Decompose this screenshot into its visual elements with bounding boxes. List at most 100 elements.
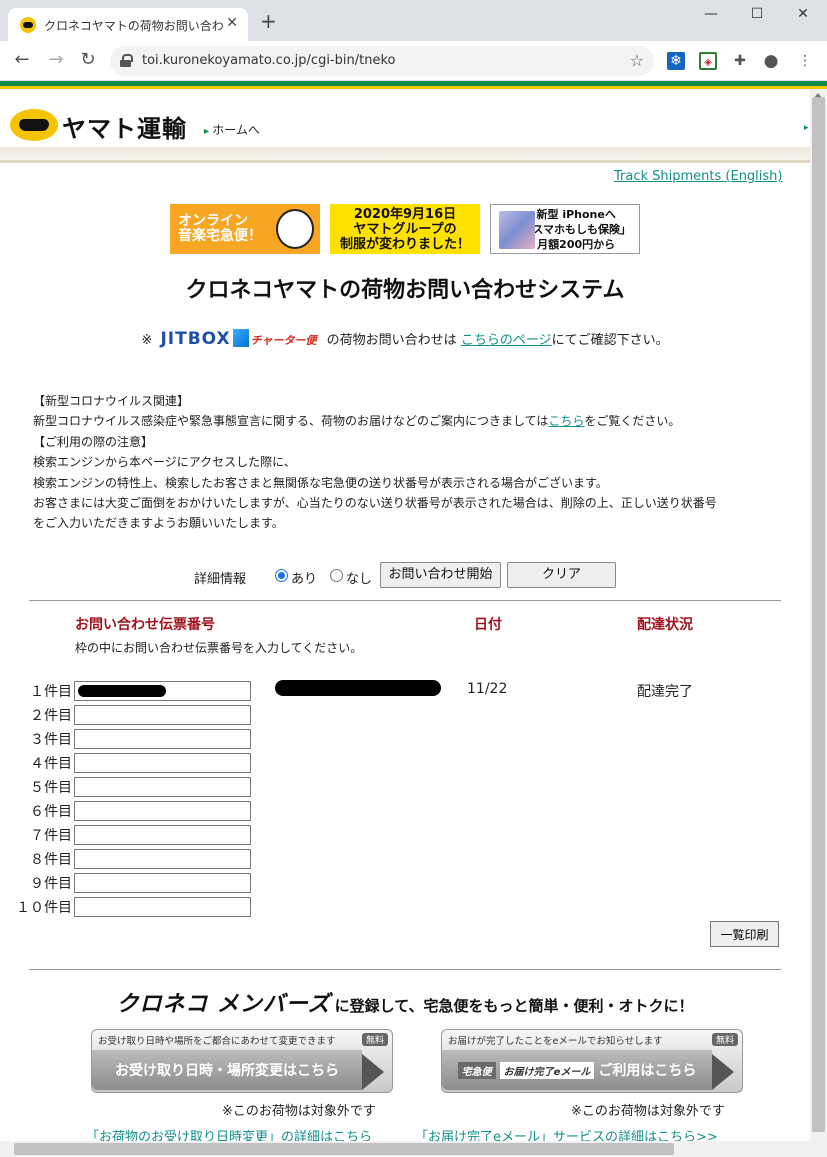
lock-icon[interactable] bbox=[120, 54, 133, 67]
row-label-6: ６件目 bbox=[30, 804, 72, 820]
delivery-change-caption: お受け取り日時や場所をご都合にあわせて変更できます bbox=[98, 1036, 336, 1047]
detail-no-radio[interactable] bbox=[330, 569, 343, 582]
smartphone-insurance-banner[interactable]: 新型 iPhoneへ 「スマホもしも保険」 月額200円から bbox=[490, 204, 640, 254]
row-label-8: ８件目 bbox=[30, 852, 72, 868]
slip-number-input-4[interactable] bbox=[74, 753, 251, 773]
divider bbox=[29, 600, 781, 601]
home-link[interactable]: ホームへ bbox=[204, 121, 260, 138]
input-instruction: 枠の中にお問い合わせ伝票番号を入力してください。 bbox=[75, 641, 363, 655]
note-mark: ※ bbox=[141, 333, 153, 348]
delivery-email-caption: お届けが完了したことをeメールでお知らせします bbox=[448, 1036, 663, 1047]
result-date-1: 11/22 bbox=[467, 681, 508, 697]
start-inquiry-button[interactable]: お問い合わせ開始 bbox=[380, 562, 501, 588]
yamato-favicon-icon bbox=[20, 17, 36, 33]
notice-text: をご覧ください。 bbox=[584, 414, 681, 429]
reload-button[interactable]: ↻ bbox=[76, 49, 100, 70]
detail-options-row: 詳細情報 あり なし お問い合わせ開始 クリア bbox=[0, 562, 810, 588]
vertical-scroll-thumb[interactable] bbox=[812, 97, 825, 1132]
banner-line: 新型 iPhoneへ bbox=[536, 207, 616, 221]
redacted-tracking-link[interactable] bbox=[275, 680, 441, 696]
page-title: クロネコヤマトの荷物お問い合わせシステム bbox=[185, 278, 625, 303]
black-cat-logo-icon[interactable] bbox=[10, 109, 58, 141]
horizontal-scrollbar[interactable] bbox=[0, 1141, 827, 1157]
address-bar[interactable]: toi.kuronekoyamato.co.jp/cgi-bin/tneko ☆ bbox=[110, 46, 654, 76]
close-window-button[interactable]: ✕ bbox=[788, 6, 818, 22]
back-button[interactable]: ← bbox=[10, 49, 34, 70]
url-text[interactable]: toi.kuronekoyamato.co.jp/cgi-bin/tneko bbox=[142, 53, 395, 68]
delivery-email-detail-link[interactable]: 「お届け完了eメール」サービスの詳細はこちら>> bbox=[415, 1126, 718, 1141]
free-badge: 無料 bbox=[711, 1033, 738, 1046]
detail-no-label[interactable]: なし bbox=[346, 568, 372, 587]
delivery-change-detail-link[interactable]: 「お荷物のお受け取り日時変更」の詳細はこちら bbox=[86, 1126, 372, 1141]
vertical-scrollbar[interactable] bbox=[810, 89, 827, 1141]
menu-kebab-icon[interactable]: ⋮ bbox=[796, 52, 814, 70]
print-list-button[interactable]: 一覧印刷 bbox=[710, 921, 779, 947]
row-label-2: ２件目 bbox=[30, 708, 72, 724]
kuroneko-members-logo[interactable]: クロネコ メンバーズ bbox=[117, 992, 331, 1017]
clear-button[interactable]: クリア bbox=[507, 562, 616, 588]
delivery-change-button[interactable]: お受け取り日時や場所をご都合にあわせて変更できます 無料 お受け取り日時・場所変… bbox=[91, 1029, 393, 1093]
snowflake-extension-icon[interactable]: ❄ bbox=[667, 52, 685, 70]
accent-line bbox=[0, 81, 827, 89]
new-tab-button[interactable]: + bbox=[260, 11, 277, 31]
maximize-window-button[interactable]: ☐ bbox=[742, 6, 772, 22]
row-label-10: １０件目 bbox=[16, 900, 72, 916]
slip-number-input-8[interactable] bbox=[74, 849, 251, 869]
row-label-5: ５件目 bbox=[30, 780, 72, 796]
site-logo[interactable]: ヤマト運輸 bbox=[62, 109, 187, 144]
minimize-window-button[interactable]: — bbox=[696, 6, 726, 22]
music-takkyubin-banner[interactable]: オンライン 音楽宅急便！ bbox=[170, 204, 320, 254]
horizontal-scroll-thumb[interactable] bbox=[14, 1143, 674, 1155]
notice-text: をご入力いただきますようお願いいたします。 bbox=[33, 516, 284, 531]
slip-number-input-10[interactable] bbox=[74, 897, 251, 917]
track-shipments-english-link[interactable]: Track Shipments (English) bbox=[614, 169, 783, 184]
slip-number-input-2[interactable] bbox=[74, 705, 251, 725]
banner-text: 新型 iPhoneへ 「スマホもしも保険」 月額200円から bbox=[521, 207, 631, 252]
uniform-change-banner[interactable]: 2020年9月16日 ヤマトグループの 制服が変わりました！ bbox=[330, 204, 480, 254]
not-applicable-note-left: ※このお荷物は対象外です bbox=[222, 1104, 376, 1119]
arrow-right-icon bbox=[712, 1054, 734, 1090]
puzzle-extensions-icon[interactable]: ✚ bbox=[731, 52, 749, 70]
members-promo-text: に登録して、宅急便をもっと簡単・便利・オトクに！ bbox=[334, 997, 694, 1015]
forward-button[interactable]: → bbox=[44, 49, 68, 70]
close-tab-icon[interactable]: ✕ bbox=[226, 15, 238, 31]
charter-logo: チャーター便 bbox=[250, 334, 317, 347]
slip-number-input-6[interactable] bbox=[74, 801, 251, 821]
row-label-4: ４件目 bbox=[30, 756, 72, 772]
covid-info-link[interactable]: こちら bbox=[548, 414, 584, 428]
banner-line: 「スマホもしも保険」 bbox=[521, 222, 631, 236]
browser-tabstrip: クロネコヤマトの荷物お問い合わせシステム ✕ + — ☐ ✕ bbox=[0, 0, 827, 41]
account-avatar-icon[interactable]: ● bbox=[762, 52, 780, 70]
delivery-email-button[interactable]: お届けが完了したことをeメールでお知らせします 無料 宅急便 お届け完了eメール… bbox=[441, 1029, 743, 1093]
col-header-status: 配達状況 bbox=[637, 617, 693, 633]
banner-text: 2020年9月16日 ヤマトグループの 制服が変わりました！ bbox=[340, 207, 470, 252]
redacted-input-value bbox=[78, 685, 166, 697]
notice-block: 【新型コロナウイルス関連】 新型コロナウイルス感染症や緊急事態宣言に関する、荷物… bbox=[33, 391, 793, 534]
bookmark-star-icon[interactable]: ☆ bbox=[630, 51, 644, 70]
banner-line: 2020年9月16日 bbox=[353, 206, 457, 222]
arrow-right-icon bbox=[362, 1054, 384, 1090]
slip-number-input-5[interactable] bbox=[74, 777, 251, 797]
detail-yes-label[interactable]: あり bbox=[291, 568, 317, 587]
banner-line: ヤマトグループの bbox=[353, 221, 457, 237]
chevron-right-icon[interactable]: ▸ bbox=[804, 123, 809, 133]
detail-yes-radio[interactable] bbox=[275, 569, 288, 582]
notice-heading-caution: 【ご利用の際の注意】 bbox=[33, 434, 154, 449]
tab-title: クロネコヤマトの荷物お問い合わせシステム bbox=[44, 19, 224, 33]
kuroneko-members-promo: クロネコ メンバーズ に登録して、宅急便をもっと簡単・便利・オトクに！ bbox=[0, 986, 810, 1018]
slip-number-input-3[interactable] bbox=[74, 729, 251, 749]
takkyubin-chip: 宅急便 bbox=[457, 1061, 496, 1079]
page-content: ヤマト運輸 ホームへ ▸ Track Shipments (English) オ… bbox=[0, 89, 810, 1141]
notice-text: 検索エンジンから本ページにアクセスした際に、 bbox=[33, 455, 296, 470]
not-applicable-note-right: ※このお荷物は対象外です bbox=[571, 1104, 725, 1119]
jitbox-page-link[interactable]: こちらのページ bbox=[461, 333, 552, 348]
result-status-1: 配達完了 bbox=[637, 684, 693, 700]
browser-tab[interactable]: クロネコヤマトの荷物お問い合わせシステム ✕ bbox=[8, 8, 248, 41]
slip-number-input-7[interactable] bbox=[74, 825, 251, 845]
banner-text: オンライン 音楽宅急便！ bbox=[178, 213, 262, 244]
use-here-text: ご利用はこちら bbox=[598, 1063, 697, 1079]
email-chip: お届け完了eメール bbox=[499, 1061, 595, 1079]
shield-extension-icon[interactable]: ◈ bbox=[699, 52, 717, 70]
slip-number-input-9[interactable] bbox=[74, 873, 251, 893]
row-label-7: ７件目 bbox=[30, 828, 72, 844]
